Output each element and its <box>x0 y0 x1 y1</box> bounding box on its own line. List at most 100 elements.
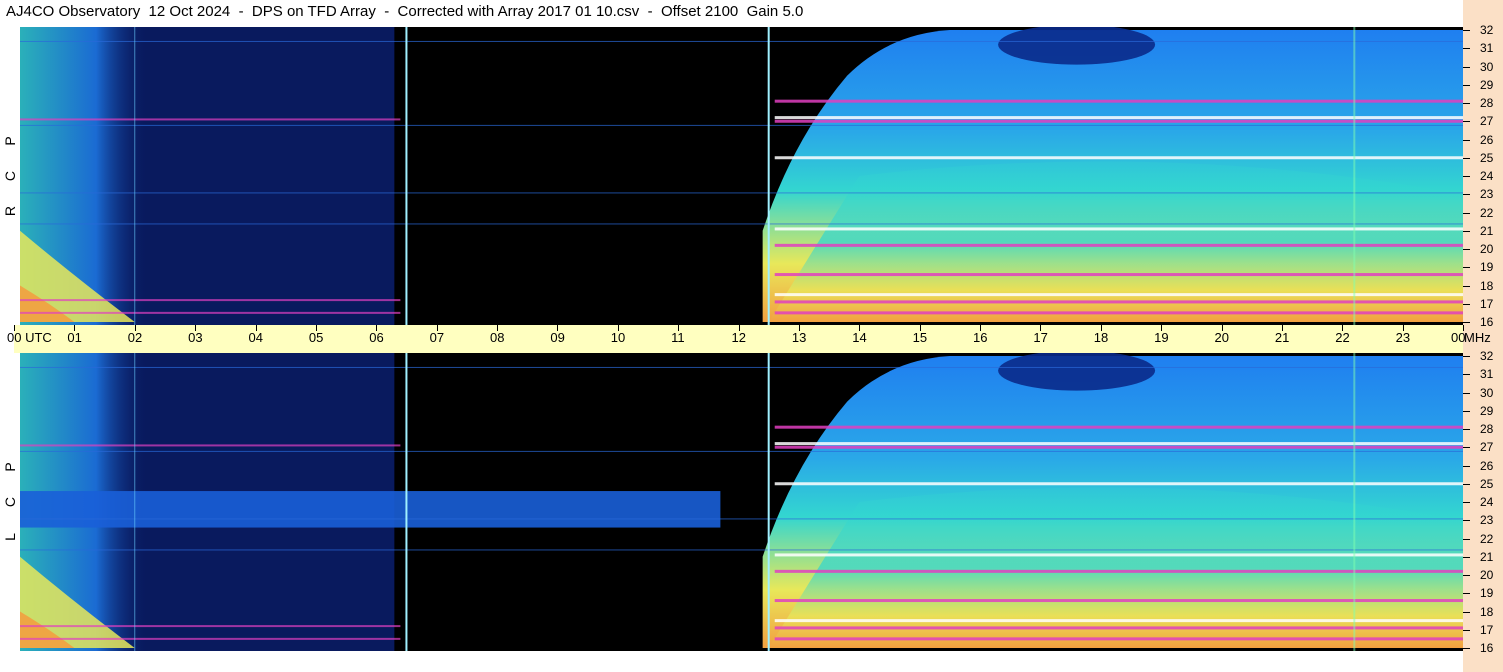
lcp-band <box>20 491 721 528</box>
mhz-tick-mark <box>1463 392 1470 394</box>
rcp-mhz-tick-label: 28 <box>1480 96 1494 110</box>
lcp-mhz-tick-label: 29 <box>1480 403 1494 418</box>
lcp-letter-c: C <box>2 496 18 508</box>
rcp-letter-p: P <box>2 136 18 146</box>
mhz-tick-mark <box>1463 356 1470 357</box>
interference-streak <box>774 300 1463 304</box>
rcp-mhz-tick-label: 20 <box>1480 242 1494 256</box>
early-streak <box>20 311 401 314</box>
utc-tick-label: 06 <box>369 330 384 345</box>
lcp-mhz-tick-label: 18 <box>1480 604 1494 619</box>
lcp-mhz-tick-label: 26 <box>1480 458 1494 473</box>
mhz-tick-mark <box>1463 285 1470 287</box>
rcp-mhz-tick-label: 22 <box>1480 205 1494 220</box>
mhz-tick-mark <box>1463 465 1470 467</box>
mhz-tick-mark <box>1463 48 1470 50</box>
rcp-mhz-tick-label: 25 <box>1480 150 1494 165</box>
mhz-tick-mark <box>1463 66 1470 68</box>
lcp-spectrogram <box>20 353 1463 651</box>
interference-streak <box>774 243 1463 247</box>
mhz-tick-mark <box>1463 629 1470 631</box>
rcp-mhz-tick-label: 29 <box>1480 77 1494 92</box>
utc-tick-label: 03 <box>188 330 203 345</box>
daytime-hot-region <box>768 161 1463 322</box>
lcp-mhz-tick-label: 25 <box>1480 476 1494 491</box>
mhz-tick-mark <box>1463 520 1470 522</box>
utc-tick-label: 17 <box>1033 330 1048 345</box>
utc-tick-label: 20 <box>1214 330 1229 345</box>
rcp-mhz-tick-label: 16 <box>1480 315 1494 329</box>
utc-tick-label: 13 <box>791 330 807 345</box>
interference-streak <box>774 425 1463 429</box>
rcp-mhz-tick-label: 21 <box>1480 223 1494 238</box>
mhz-tick-mark <box>1463 410 1470 412</box>
utc-tick-label: 04 <box>248 330 263 345</box>
vertical-marker-line <box>767 27 770 325</box>
lcp-mhz-tick-label: 24 <box>1480 495 1494 509</box>
rcp-label: P C R <box>0 27 20 325</box>
mhz-tick-mark <box>1463 212 1470 214</box>
horizontal-line <box>20 549 1463 551</box>
lcp-letter-p: P <box>2 462 18 472</box>
mhz-tick-mark <box>1463 538 1470 540</box>
vertical-faint-line <box>1353 353 1356 651</box>
utc-tick-label: 02 <box>127 330 143 345</box>
lcp-spectrogram-svg <box>20 353 1463 651</box>
mhz-tick-mark <box>1463 267 1470 269</box>
figure-title: AJ4CO Observatory 12 Oct 2024 - DPS on T… <box>6 3 804 20</box>
lcp-mhz-tick-label: 19 <box>1480 586 1494 601</box>
horizontal-line <box>20 124 1463 126</box>
horizontal-line <box>20 40 1463 42</box>
utc-tick-label: 15 <box>912 330 928 345</box>
utc-tick-label: 09 <box>550 330 565 345</box>
interference-streak <box>774 293 1463 297</box>
mhz-tick-mark <box>1463 139 1470 141</box>
interference-streak <box>774 619 1463 623</box>
lcp-letter-l: L <box>2 533 18 541</box>
mhz-tick-mark <box>1463 322 1470 323</box>
interference-streak <box>774 442 1463 446</box>
utc-tick-label: 18 <box>1093 330 1109 345</box>
spectrogram-figure: AJ4CO Observatory 12 Oct 2024 - DPS on T… <box>0 0 1503 672</box>
vertical-marker-line <box>405 27 408 325</box>
mhz-tick-mark <box>1463 447 1470 449</box>
vertical-faint-line <box>1353 27 1356 325</box>
interference-streak <box>774 637 1463 641</box>
mhz-tick-mark <box>1463 429 1470 430</box>
utc-tick-label: 21 <box>1274 330 1290 345</box>
mhz-tick-mark <box>1463 103 1470 104</box>
utc-tick-label: 10 <box>610 330 626 345</box>
interference-streak <box>774 569 1463 573</box>
rcp-mhz-tick-label: 27 <box>1480 114 1494 129</box>
mhz-tick-mark <box>1463 230 1470 232</box>
rcp-mhz-tick-label: 32 <box>1480 23 1494 37</box>
horizontal-line <box>20 450 1463 452</box>
interference-streak <box>774 99 1463 103</box>
utc-tick-label: 12 <box>731 330 746 345</box>
utc-tick-label: 01 <box>67 330 82 345</box>
lcp-mhz-tick-label: 31 <box>1480 367 1494 382</box>
utc-tick-label: 22 <box>1335 330 1350 345</box>
interference-streak <box>774 156 1463 160</box>
mhz-tick-mark <box>1463 575 1470 576</box>
horizontal-line <box>20 223 1463 225</box>
mhz-tick-mark <box>1463 194 1470 196</box>
rcp-spectrogram <box>20 27 1463 325</box>
mhz-tick-mark <box>1463 502 1470 503</box>
utc-tick-label: 07 <box>429 330 445 345</box>
mhz-tick-mark <box>1463 374 1470 376</box>
rcp-mhz-tick-label: 23 <box>1480 187 1494 202</box>
early-streak <box>20 625 401 628</box>
lcp-mhz-tick-label: 20 <box>1480 568 1494 582</box>
rcp-letter-c: C <box>2 170 18 182</box>
lcp-mhz-tick-label: 16 <box>1480 641 1494 655</box>
utc-tick-label: 16 <box>973 330 988 345</box>
rcp-mhz-tick-label: 26 <box>1480 132 1494 147</box>
interference-streak <box>774 273 1463 277</box>
rcp-letter-r: R <box>2 205 18 217</box>
lcp-mhz-tick-label: 32 <box>1480 349 1494 363</box>
interference-streak <box>774 482 1463 486</box>
lcp-mhz-tick-label: 22 <box>1480 531 1494 546</box>
horizontal-line <box>20 366 1463 368</box>
mhz-tick-mark <box>1463 176 1470 177</box>
